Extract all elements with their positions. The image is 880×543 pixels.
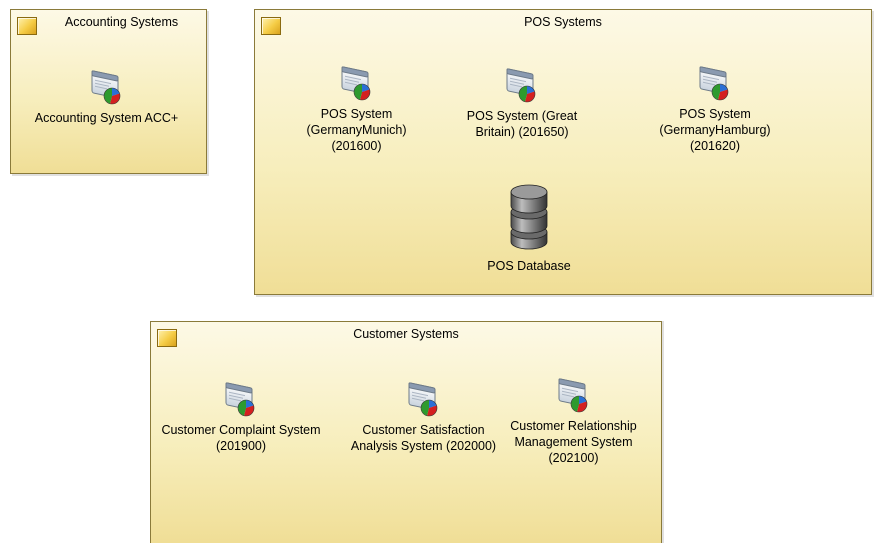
group-title: POS Systems — [524, 15, 602, 29]
database-icon — [509, 180, 549, 254]
node-pos-great-britain[interactable]: POS System (Great Britain) (201650) — [457, 68, 587, 140]
application-icon — [504, 68, 540, 104]
application-icon — [223, 382, 259, 418]
node-label: Customer Complaint System (201900) — [161, 423, 321, 453]
group-accounting-systems[interactable]: Accounting Systems Accounting System ACC… — [10, 9, 207, 174]
application-icon — [556, 378, 592, 414]
node-pos-database[interactable]: POS Database — [469, 180, 589, 274]
node-pos-hamburg[interactable]: POS System (GermanyHamburg) (201620) — [640, 66, 790, 154]
node-pos-munich[interactable]: POS System (GermanyMunich) (201600) — [289, 66, 424, 154]
group-title: Customer Systems — [353, 327, 459, 341]
node-customer-complaint[interactable]: Customer Complaint System (201900) — [161, 382, 321, 454]
application-icon — [339, 66, 375, 102]
group-customer-systems[interactable]: Customer Systems Customer Complaint Syst… — [150, 321, 662, 543]
node-label: Customer Satisfaction Analysis System (2… — [350, 423, 497, 453]
node-accounting-system[interactable]: Accounting System ACC+ — [29, 70, 184, 126]
group-pos-systems[interactable]: POS Systems POS System (GermanyMunich) (… — [254, 9, 872, 295]
node-label: POS System (GermanyMunich) (201600) — [306, 107, 407, 153]
node-customer-relationship[interactable]: Customer Relationship Management System … — [506, 378, 641, 466]
application-icon — [406, 382, 442, 418]
node-label: POS System (GermanyHamburg) (201620) — [659, 107, 771, 153]
node-label: Customer Relationship Management System … — [510, 419, 637, 465]
node-label: POS Database — [487, 259, 571, 273]
group-title: Accounting Systems — [64, 15, 179, 29]
package-icon — [17, 17, 37, 35]
node-customer-satisfaction[interactable]: Customer Satisfaction Analysis System (2… — [341, 382, 506, 454]
node-label: Accounting System ACC+ — [34, 111, 179, 125]
node-label: POS System (Great Britain) (201650) — [466, 109, 578, 139]
application-icon — [89, 70, 125, 106]
application-icon — [697, 66, 733, 102]
